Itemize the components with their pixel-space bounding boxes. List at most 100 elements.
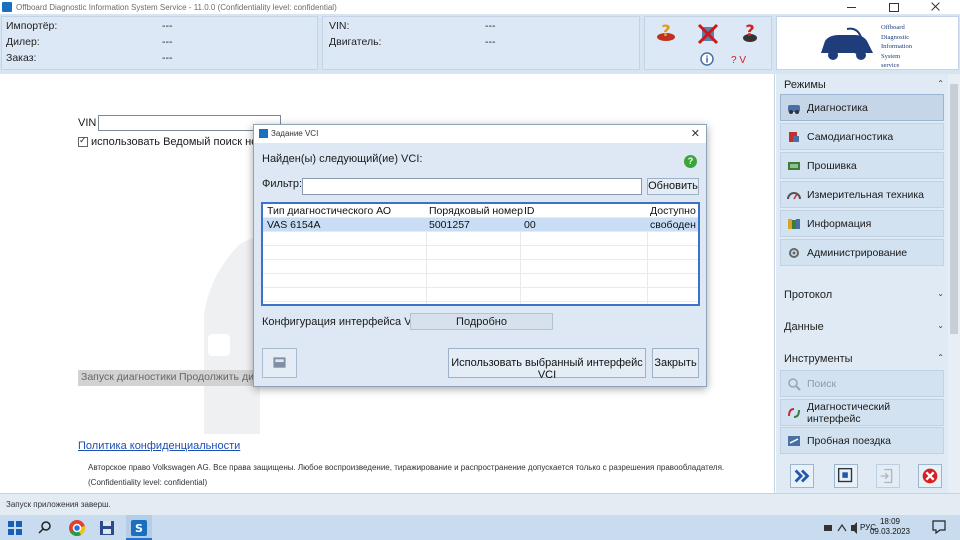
dialog-title: Задание VCI <box>271 129 319 138</box>
use-selected-vci-button[interactable]: Использовать выбранный интерфейс VCI <box>448 348 646 381</box>
order-label: Заказ: <box>6 52 37 64</box>
diag-interface-icon <box>788 407 800 418</box>
data-section-header[interactable]: Данные ⌄ <box>778 318 948 336</box>
exit-icon <box>880 468 893 484</box>
odis-logo-icon <box>821 27 873 60</box>
toolbar-panel: ? ? i ? V <box>644 16 772 70</box>
sidebar-item-information[interactable]: Информация <box>780 210 944 237</box>
close-app-button[interactable] <box>918 464 942 488</box>
background-car-icon <box>204 234 260 434</box>
vci-settings-button[interactable] <box>262 348 297 378</box>
sidebar-item-self-diagnostics[interactable]: Самодиагностика <box>780 123 944 150</box>
clock-time: 18:09 <box>879 517 900 526</box>
info-icon[interactable]: i <box>699 51 715 67</box>
help-question-icon[interactable]: ? <box>739 23 761 45</box>
importer-label: Импортёр: <box>6 20 58 32</box>
sidebar-scroll-thumb[interactable] <box>950 84 958 334</box>
col-header-serial[interactable]: Порядковый номер <box>429 205 523 217</box>
help-icon[interactable]: ? <box>684 155 697 168</box>
col-header-type[interactable]: Тип диагностического АО <box>267 205 391 217</box>
details-button[interactable]: Подробно <box>410 313 553 330</box>
guided-search-checkbox-row[interactable]: использовать Ведомый поиск неиспр <box>78 135 281 148</box>
sidebar-item-diagnostics[interactable]: Диагностика <box>780 94 944 121</box>
found-vci-label: Найден(ы) следующий(ие) VCI: <box>262 153 423 165</box>
refresh-button[interactable]: Обновить <box>647 178 699 195</box>
notifications-icon[interactable] <box>932 520 946 534</box>
engine-value: --- <box>485 36 496 48</box>
disconnect-icon[interactable] <box>697 23 719 45</box>
double-chevron-right-icon <box>794 469 810 483</box>
sidebar-bottom-toolbar <box>776 458 948 493</box>
taskbar-search-icon[interactable] <box>36 519 54 537</box>
order-value: --- <box>162 52 173 64</box>
close-window-button[interactable] <box>916 0 956 14</box>
col-header-available[interactable]: Доступно <box>650 205 696 217</box>
maximize-button[interactable] <box>874 0 914 14</box>
status-text: Запуск приложения заверш. <box>6 500 111 509</box>
modes-section-header[interactable]: Режимы ⌃ <box>778 76 948 94</box>
flashing-icon <box>788 161 800 170</box>
svg-text:S: S <box>135 522 143 535</box>
gear-icon <box>789 247 799 258</box>
dialog-close-icon[interactable]: ✕ <box>691 127 700 140</box>
engine-label: Двигатель: <box>329 36 382 48</box>
dealer-label: Дилер: <box>6 36 40 48</box>
filter-label: Фильтр: <box>262 178 303 190</box>
sidebar-item-diag-interface[interactable]: Диагностический интерфейс <box>780 399 944 426</box>
col-header-id[interactable]: ID <box>524 205 535 217</box>
window-titlebar: Offboard Diagnostic Information System S… <box>0 0 960 14</box>
odis-taskbar-icon: S <box>131 520 147 536</box>
svg-text:i: i <box>705 56 708 66</box>
close-dialog-button[interactable]: Закрыть <box>652 348 699 378</box>
vehicle-help-icon[interactable]: ? <box>655 23 677 45</box>
clock[interactable]: 18:09 09.03.2023 <box>870 517 910 537</box>
fullscreen-button[interactable] <box>834 464 858 488</box>
windows-start-icon[interactable] <box>6 519 24 537</box>
odis-logo-text: Offboard Diagnostic Information System s… <box>881 24 913 69</box>
vci-device-icon <box>273 357 286 368</box>
gauge-icon <box>787 191 801 199</box>
table-row[interactable]: VAS 6154A 5001257 00 свободен <box>263 218 698 232</box>
confidentiality-text: (Confidentiality level: confidential) <box>88 478 208 487</box>
tools-section-header[interactable]: Инструменты ⌃ <box>778 350 948 368</box>
tray-icons[interactable] <box>824 522 860 534</box>
vehicle-info-panel: VIN: --- Двигатель: --- <box>322 16 640 70</box>
sidebar: Режимы ⌃ Диагностика Самодиагностика Прош… <box>776 74 960 493</box>
privacy-policy-link[interactable]: Политика конфиденциальности <box>78 440 240 452</box>
svg-text:?: ? <box>661 23 670 40</box>
sidebar-scrollbar[interactable] <box>948 74 960 493</box>
minimize-button[interactable] <box>832 0 872 14</box>
status-bar: Запуск приложения заверш. <box>0 493 960 515</box>
copyright-text: Авторское право Volkswagen AG. Все права… <box>88 463 725 472</box>
test-drive-icon <box>788 435 800 446</box>
protocol-section-header[interactable]: Протокол ⌄ <box>778 286 948 304</box>
continue-diagnostics-button[interactable]: Продолжить диа <box>176 370 256 386</box>
save-disk-icon[interactable] <box>98 519 116 537</box>
sidebar-item-search[interactable]: Поиск <box>780 370 944 397</box>
config-label: Конфигурация интерфейса VCI <box>262 316 423 328</box>
diagnostics-icon <box>788 104 800 114</box>
taskbar: S РУС 18:09 09.03.2023 <box>0 515 960 540</box>
odis-taskbar-item[interactable]: S <box>126 515 152 540</box>
guided-search-checkbox[interactable] <box>78 135 88 147</box>
close-circle-icon <box>922 468 938 484</box>
sidebar-item-test-drive[interactable]: Пробная поездка <box>780 427 944 454</box>
forward-button[interactable] <box>790 464 814 488</box>
sidebar-item-measurement[interactable]: Измерительная техника <box>780 181 944 208</box>
vci-dialog: Задание VCI ✕ Найден(ы) следующий(ие) VC… <box>253 124 707 387</box>
start-diagnostics-button[interactable]: Запуск диагностики <box>78 370 180 386</box>
table-header: Тип диагностического АО Порядковый номер… <box>263 204 698 218</box>
filter-input[interactable] <box>302 178 642 195</box>
logo-panel: Offboard Diagnostic Information System s… <box>776 16 959 70</box>
exit-button[interactable] <box>876 464 900 488</box>
dealer-value: --- <box>162 36 173 48</box>
app-icon <box>2 2 12 12</box>
importer-value: --- <box>162 20 173 32</box>
sidebar-item-flashing[interactable]: Прошивка <box>780 152 944 179</box>
self-diagnostics-icon <box>789 131 799 142</box>
dialog-app-icon <box>259 129 268 138</box>
vin-header-value: --- <box>485 20 496 32</box>
sidebar-item-administration[interactable]: Администрирование <box>780 239 944 266</box>
version-label[interactable]: ? V <box>731 55 746 66</box>
chrome-icon[interactable] <box>68 519 86 537</box>
